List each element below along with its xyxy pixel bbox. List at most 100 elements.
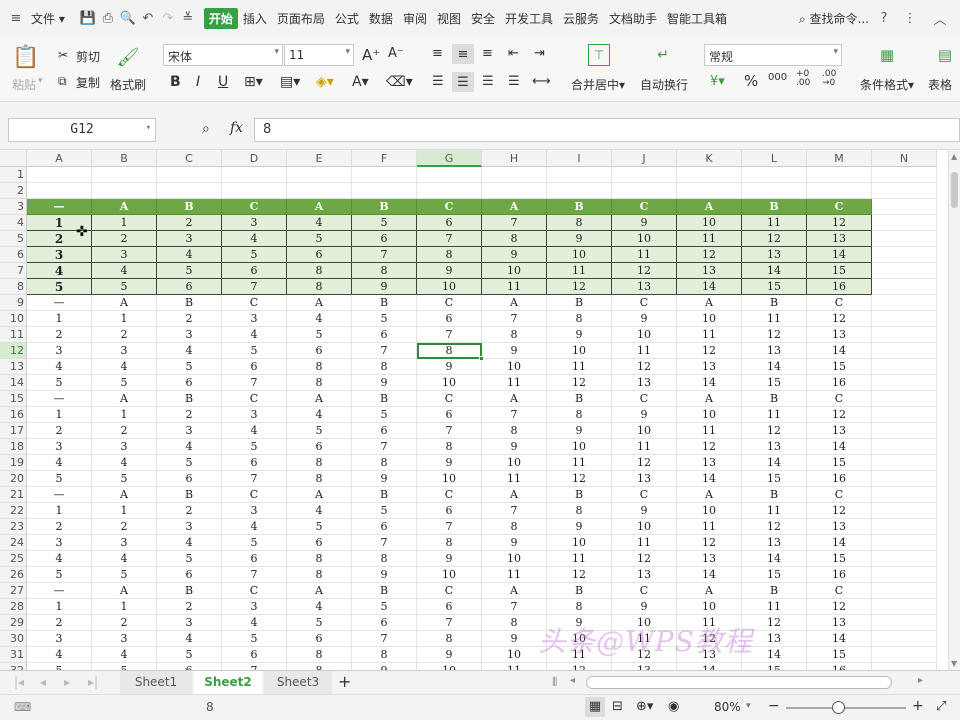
cell-A21[interactable]: — xyxy=(27,487,92,503)
cell-B7[interactable]: 4 xyxy=(92,263,157,279)
cell-G29[interactable]: 7 xyxy=(417,615,482,631)
cell-F23[interactable]: 6 xyxy=(352,519,417,535)
cell-L18[interactable]: 13 xyxy=(742,439,807,455)
cell-N27[interactable] xyxy=(872,583,937,599)
row-header[interactable]: 19 xyxy=(0,455,27,471)
cell-L4[interactable]: 11 xyxy=(742,215,807,231)
cell-G3[interactable]: C xyxy=(417,199,482,215)
cell-K16[interactable]: 10 xyxy=(677,407,742,423)
search-command[interactable]: ⌕ 查找命令... xyxy=(794,10,874,27)
cell-H10[interactable]: 7 xyxy=(482,311,547,327)
cell-N31[interactable] xyxy=(872,647,937,663)
ribbon-tab[interactable]: 插入 xyxy=(238,10,272,27)
cell-F31[interactable]: 8 xyxy=(352,647,417,663)
border-icon[interactable]: ⊞▾ xyxy=(244,74,263,90)
prev-sheet-icon[interactable]: ◂ xyxy=(40,675,46,689)
cell-L13[interactable]: 14 xyxy=(742,359,807,375)
cell-M3[interactable]: C xyxy=(807,199,872,215)
print-preview-icon[interactable]: 🔍 xyxy=(118,8,138,28)
cell-J7[interactable]: 12 xyxy=(612,263,677,279)
cell-E5[interactable]: 5 xyxy=(287,231,352,247)
cell-B21[interactable]: A xyxy=(92,487,157,503)
cell-H21[interactable]: A xyxy=(482,487,547,503)
cell-I29[interactable]: 9 xyxy=(547,615,612,631)
cell-M12[interactable]: 14 xyxy=(807,343,872,359)
ribbon-tab[interactable]: 开发工具 xyxy=(500,10,558,27)
cell-F10[interactable]: 5 xyxy=(352,311,417,327)
cell-J23[interactable]: 10 xyxy=(612,519,677,535)
cell-D11[interactable]: 4 xyxy=(222,327,287,343)
cell-M24[interactable]: 14 xyxy=(807,535,872,551)
cell-M10[interactable]: 12 xyxy=(807,311,872,327)
cell-F19[interactable]: 8 xyxy=(352,455,417,471)
cell-M29[interactable]: 13 xyxy=(807,615,872,631)
help-icon[interactable]: ? xyxy=(874,8,894,28)
cell-K20[interactable]: 14 xyxy=(677,471,742,487)
cell-B26[interactable]: 5 xyxy=(92,567,157,583)
cell-D19[interactable]: 6 xyxy=(222,455,287,471)
cell-A26[interactable]: 5 xyxy=(27,567,92,583)
cell-C7[interactable]: 5 xyxy=(157,263,222,279)
cell-C32[interactable]: 6 xyxy=(157,663,222,670)
sheet-tab-2[interactable]: Sheet2 xyxy=(194,671,262,694)
scroll-up-icon[interactable]: ▲ xyxy=(951,152,957,161)
next-sheet-icon[interactable]: ▸ xyxy=(64,675,70,689)
cell-D4[interactable]: 3 xyxy=(222,215,287,231)
cell-L31[interactable]: 14 xyxy=(742,647,807,663)
cell-B10[interactable]: 1 xyxy=(92,311,157,327)
cell-F5[interactable]: 6 xyxy=(352,231,417,247)
cell-L21[interactable]: B xyxy=(742,487,807,503)
name-box[interactable]: G12 ▾ xyxy=(8,118,156,142)
cell-E1[interactable] xyxy=(287,167,352,183)
cell-D14[interactable]: 7 xyxy=(222,375,287,391)
cell-G28[interactable]: 6 xyxy=(417,599,482,615)
cell-J3[interactable]: C xyxy=(612,199,677,215)
cell-E9[interactable]: A xyxy=(287,295,352,311)
cell-E29[interactable]: 5 xyxy=(287,615,352,631)
cell-K1[interactable] xyxy=(677,167,742,183)
zoom-in-icon[interactable]: + xyxy=(912,698,924,714)
cell-J32[interactable]: 13 xyxy=(612,663,677,670)
cell-H9[interactable]: A xyxy=(482,295,547,311)
cell-K31[interactable]: 13 xyxy=(677,647,742,663)
column-header-I[interactable]: I xyxy=(547,150,612,167)
cell-D2[interactable] xyxy=(222,183,287,199)
cell-N14[interactable] xyxy=(872,375,937,391)
cell-A13[interactable]: 4 xyxy=(27,359,92,375)
cell-F26[interactable]: 9 xyxy=(352,567,417,583)
cell-F14[interactable]: 9 xyxy=(352,375,417,391)
cell-M30[interactable]: 14 xyxy=(807,631,872,647)
cell-L30[interactable]: 13 xyxy=(742,631,807,647)
cell-B29[interactable]: 2 xyxy=(92,615,157,631)
indent-decrease-icon[interactable]: ⇤ xyxy=(508,46,519,61)
cell-E13[interactable]: 8 xyxy=(287,359,352,375)
cell-B8[interactable]: 5 xyxy=(92,279,157,295)
cell-N18[interactable] xyxy=(872,439,937,455)
more-quick-icon[interactable]: ≚ xyxy=(178,8,198,28)
cell-I10[interactable]: 8 xyxy=(547,311,612,327)
cell-D3[interactable]: C xyxy=(222,199,287,215)
cell-I14[interactable]: 12 xyxy=(547,375,612,391)
cell-N4[interactable] xyxy=(872,215,937,231)
cell-E7[interactable]: 8 xyxy=(287,263,352,279)
cell-B24[interactable]: 3 xyxy=(92,535,157,551)
cell-D13[interactable]: 6 xyxy=(222,359,287,375)
align-top-icon[interactable]: ≡ xyxy=(432,46,443,61)
sheet-tab-3[interactable]: Sheet3 xyxy=(264,671,332,694)
cell-G9[interactable]: C xyxy=(417,295,482,311)
cell-I3[interactable]: B xyxy=(547,199,612,215)
hscroll-right-icon[interactable]: ▸ xyxy=(918,675,923,686)
cell-F29[interactable]: 6 xyxy=(352,615,417,631)
cell-H23[interactable]: 8 xyxy=(482,519,547,535)
cell-G12[interactable]: 8 xyxy=(417,343,482,359)
zoom-dropdown-icon[interactable]: ▾ xyxy=(746,701,751,711)
cell-K27[interactable]: A xyxy=(677,583,742,599)
cell-H16[interactable]: 7 xyxy=(482,407,547,423)
cell-E14[interactable]: 8 xyxy=(287,375,352,391)
cell-J5[interactable]: 10 xyxy=(612,231,677,247)
increase-decimal-icon[interactable]: +0.00 xyxy=(796,70,810,88)
cell-C20[interactable]: 6 xyxy=(157,471,222,487)
cell-C30[interactable]: 4 xyxy=(157,631,222,647)
cell-I21[interactable]: B xyxy=(547,487,612,503)
cell-C26[interactable]: 6 xyxy=(157,567,222,583)
